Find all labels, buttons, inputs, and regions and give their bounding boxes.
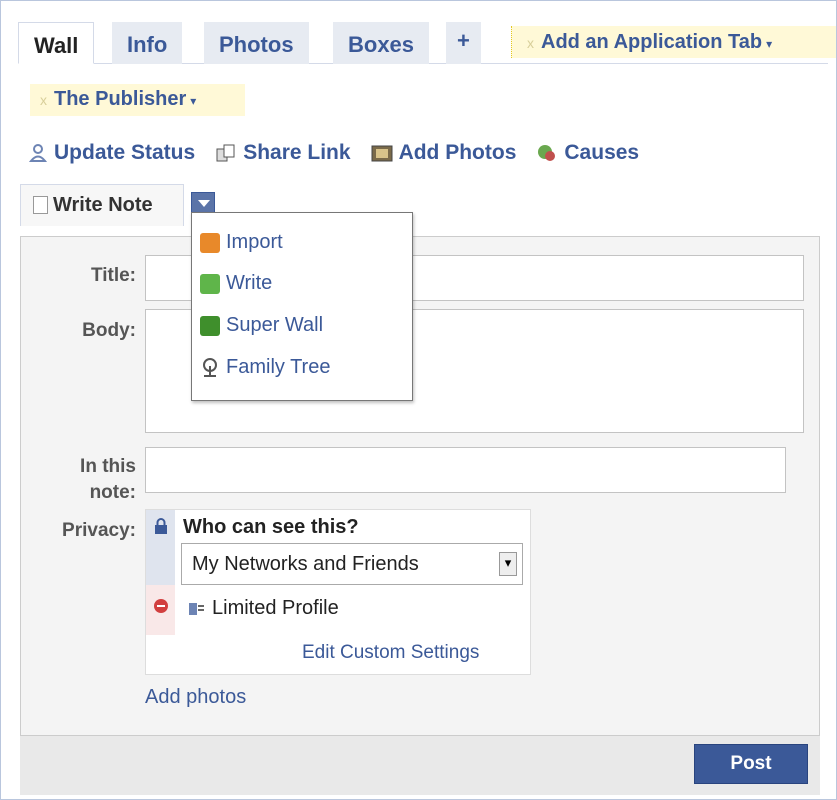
in-this-note-label: In this	[80, 456, 136, 477]
title-label: Title:	[90, 265, 136, 286]
menu-item-write[interactable]: Write	[200, 272, 272, 295]
publisher-tab-label: The Publisher	[54, 88, 187, 110]
menu-item-label: Family Tree	[226, 356, 331, 378]
add-tab-button[interactable]: +	[446, 22, 481, 64]
publisher-dropdown-toggle[interactable]	[191, 192, 215, 214]
limited-profile-label: Limited Profile	[212, 597, 339, 619]
causes-label: Causes	[564, 141, 640, 164]
body-label: Body:	[82, 320, 136, 341]
person-icon	[28, 144, 48, 162]
tab-boxes[interactable]: Boxes	[333, 22, 430, 64]
speech-bubble-icon	[200, 273, 220, 294]
add-photos-label: Add Photos	[398, 141, 517, 164]
add-application-tab-button[interactable]: x Add an Application Tab ▾	[511, 26, 836, 58]
privacy-label: Privacy:	[62, 520, 136, 541]
app-tab-label: Add an Application Tab	[541, 31, 763, 53]
profile-card-icon	[189, 602, 204, 615]
share-link-button[interactable]: Share Link	[215, 141, 351, 165]
tab-photos[interactable]: Photos	[204, 22, 309, 64]
menu-item-label: Import	[226, 231, 283, 253]
select-arrow-icon: ▾	[499, 552, 517, 576]
lock-icon	[155, 518, 167, 534]
edit-custom-settings-link[interactable]: Edit Custom Settings	[302, 642, 479, 664]
update-status-button[interactable]: Update Status	[28, 141, 195, 165]
rss-icon	[200, 232, 220, 253]
tree-icon	[203, 357, 217, 377]
chevron-down-icon: ▾	[190, 94, 197, 108]
close-icon[interactable]: x	[527, 35, 534, 51]
superwall-icon	[200, 315, 220, 336]
causes-icon	[538, 145, 556, 161]
in-this-note-input[interactable]	[145, 447, 786, 493]
chevron-down-icon: ▾	[766, 37, 773, 51]
close-icon[interactable]: x	[40, 92, 47, 108]
profile-tab-bar: Wall Info Photos Boxes + x Add an Applica…	[18, 22, 836, 64]
in-this-note-label-2: note:	[89, 482, 136, 503]
causes-button[interactable]: Causes	[536, 141, 639, 165]
tab-info[interactable]: Info	[112, 22, 183, 64]
privacy-select[interactable]: My Networks and Friends ▾	[181, 543, 523, 585]
minus-column	[146, 585, 175, 635]
privacy-select-value: My Networks and Friends	[192, 553, 419, 575]
menu-item-import[interactable]: Import	[200, 231, 283, 254]
publisher-actions: Update Status Share Link Add Photos Caus…	[28, 138, 659, 168]
menu-item-family-tree[interactable]: Family Tree	[200, 356, 330, 379]
menu-item-super-wall[interactable]: Super Wall	[200, 314, 323, 337]
photo-icon	[371, 145, 393, 162]
menu-item-label: Write	[226, 272, 273, 294]
write-note-tab[interactable]: Write Note	[20, 184, 184, 226]
lock-column	[146, 510, 175, 585]
who-can-see-label: Who can see this?	[183, 516, 359, 538]
publisher-dropdown-menu: Import Write Super Wall Family Tree	[191, 212, 413, 401]
post-button[interactable]: Post	[694, 744, 808, 784]
add-photos-link[interactable]: Add photos	[145, 686, 246, 709]
add-photos-button[interactable]: Add Photos	[371, 141, 517, 165]
write-note-label: Write Note	[53, 194, 153, 216]
menu-item-label: Super Wall	[226, 314, 324, 336]
note-icon	[33, 196, 48, 214]
tab-wall[interactable]: Wall	[18, 22, 95, 64]
publisher-tab-button[interactable]: x The Publisher ▾	[30, 84, 245, 116]
limited-profile-item: Limited Profile	[188, 597, 339, 620]
update-status-label: Update Status	[54, 141, 196, 164]
blocked-icon	[154, 599, 168, 613]
share-link-label: Share Link	[243, 141, 351, 164]
share-link-icon	[216, 144, 235, 162]
